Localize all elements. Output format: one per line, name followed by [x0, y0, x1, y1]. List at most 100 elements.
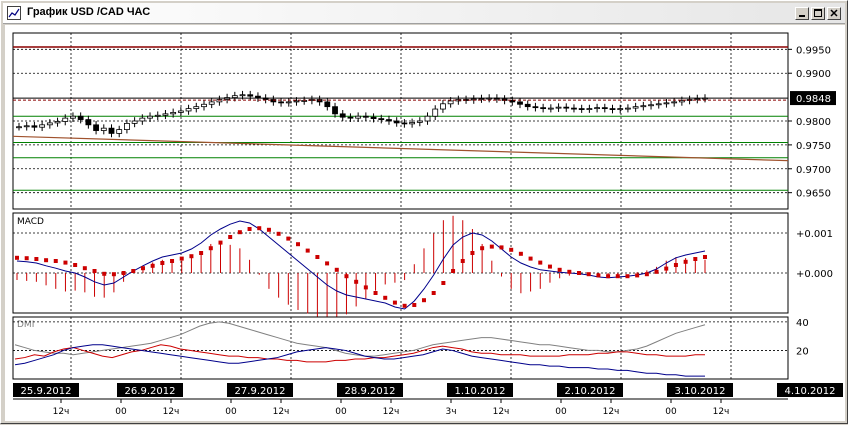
macd-signal-dot — [102, 271, 107, 276]
minimize-icon — [799, 15, 805, 17]
macd-signal-dot — [683, 259, 688, 264]
hour-label: 00 — [335, 407, 347, 417]
macd-signal-dot — [150, 263, 155, 268]
candle-body — [355, 115, 362, 119]
time-axis: 25.9.2012 26.9.2012 27.9.2012 28.9.2012 1.10… — [13, 383, 843, 417]
candle-body — [339, 113, 346, 118]
candle-body — [393, 120, 400, 124]
macd-signal-dot — [499, 245, 504, 250]
candle-body — [609, 108, 616, 110]
macd-signal-dot — [586, 272, 591, 277]
close-button[interactable] — [827, 7, 841, 20]
hour-label: 12ч — [273, 407, 290, 417]
macd-signal-dot — [63, 260, 68, 265]
macd-signal-dot — [228, 235, 233, 239]
macd-signal-dot — [179, 256, 184, 261]
candle-body — [154, 114, 161, 117]
macd-signal-dot — [606, 274, 611, 279]
macd-signal-dot — [199, 251, 204, 255]
macd-signal-dot — [373, 291, 378, 295]
price-tick-label: 0.9750 — [796, 141, 831, 152]
candle-body — [85, 119, 92, 126]
candle-body — [239, 94, 246, 97]
candle-body — [532, 106, 539, 109]
macd-signal-dot — [160, 261, 165, 265]
candle-body — [362, 115, 369, 118]
candle-body — [555, 106, 562, 109]
macd-signal-dot — [402, 303, 407, 308]
date-label: 27.9.2012 — [235, 386, 286, 397]
date-label: 2.10.2012 — [565, 386, 616, 397]
candle-body — [378, 118, 385, 121]
hour-label: 00 — [225, 407, 237, 417]
macd-signal-dot — [673, 263, 678, 267]
macd-signal-dot — [257, 226, 262, 231]
hour-label: 00 — [115, 407, 127, 417]
candle-body — [694, 98, 701, 100]
macd-signal-dot — [460, 259, 465, 263]
macd-signal-dot — [111, 272, 116, 277]
candle-body — [671, 101, 678, 104]
macd-signal-dot — [625, 274, 630, 279]
macd-signal-dot — [286, 236, 291, 241]
macd-tick-label: +0.000 — [796, 269, 833, 280]
candle-body — [625, 107, 631, 110]
candle-body — [386, 119, 392, 122]
macd-signal-dot — [189, 254, 194, 259]
candle-body — [62, 117, 69, 122]
macd-signal-dot — [34, 257, 39, 261]
candle-body — [39, 124, 46, 128]
macd-signal-dot — [693, 257, 698, 261]
candle-body — [478, 98, 485, 100]
candle-body — [193, 106, 200, 109]
price-tick-label: 0.9900 — [796, 69, 831, 80]
macd-signal-dot — [412, 303, 417, 307]
title-bar[interactable]: График USD /CAD ЧАС — [3, 3, 845, 24]
macd-panel: MACD +0.001 +0.000 — [12, 212, 833, 321]
candle-body — [278, 101, 284, 104]
candle-body — [594, 107, 600, 110]
maximize-icon — [814, 9, 822, 17]
macd-signal-dot — [24, 256, 29, 261]
candle-body — [370, 116, 377, 120]
hour-label: 12ч — [163, 407, 180, 417]
macd-signal-dot — [383, 295, 388, 300]
macd-signal-dot — [577, 271, 582, 275]
hour-label: 3ч — [445, 407, 456, 417]
hour-label: 12ч — [383, 407, 400, 417]
macd-signal-dot — [644, 272, 649, 277]
macd-signal-dot — [441, 281, 446, 285]
close-icon — [830, 9, 838, 17]
candle-body — [347, 116, 354, 119]
candle-body — [678, 100, 685, 103]
candle-body — [16, 126, 22, 129]
candle-body — [432, 108, 439, 117]
candle-body — [70, 115, 76, 119]
candle-body — [524, 103, 531, 108]
candle-body — [285, 101, 292, 104]
window-title: График USD /CAD ЧАС — [27, 6, 151, 18]
macd-signal-dot — [489, 244, 494, 249]
macd-signal-dot — [121, 271, 126, 275]
date-label: 26.9.2012 — [125, 386, 176, 397]
macd-signal-dot — [664, 266, 669, 271]
panel-frame — [12, 212, 789, 314]
candle-body — [208, 101, 215, 105]
candle-body — [100, 127, 107, 131]
candle-body — [440, 103, 446, 110]
candle-body — [547, 107, 554, 110]
macd-signal-dot — [509, 247, 514, 252]
candle-body — [416, 120, 423, 123]
macd-signal-dot — [567, 269, 572, 274]
candle-body — [201, 103, 207, 108]
minimize-button[interactable] — [795, 7, 809, 20]
macd-signal-dot — [557, 267, 562, 272]
macd-signal-dot — [363, 285, 368, 290]
candle-body — [332, 106, 338, 115]
maximize-button[interactable] — [811, 7, 825, 20]
chart-canvas[interactable]: 0.9950 0.9900 0.9800 0.9750 0.9700 0.9650 0.98… — [5, 25, 845, 421]
macd-signal-dot — [334, 267, 339, 272]
candle-body — [301, 100, 308, 102]
hour-label: 12ч — [603, 407, 620, 417]
macd-signal-dot — [703, 255, 707, 259]
